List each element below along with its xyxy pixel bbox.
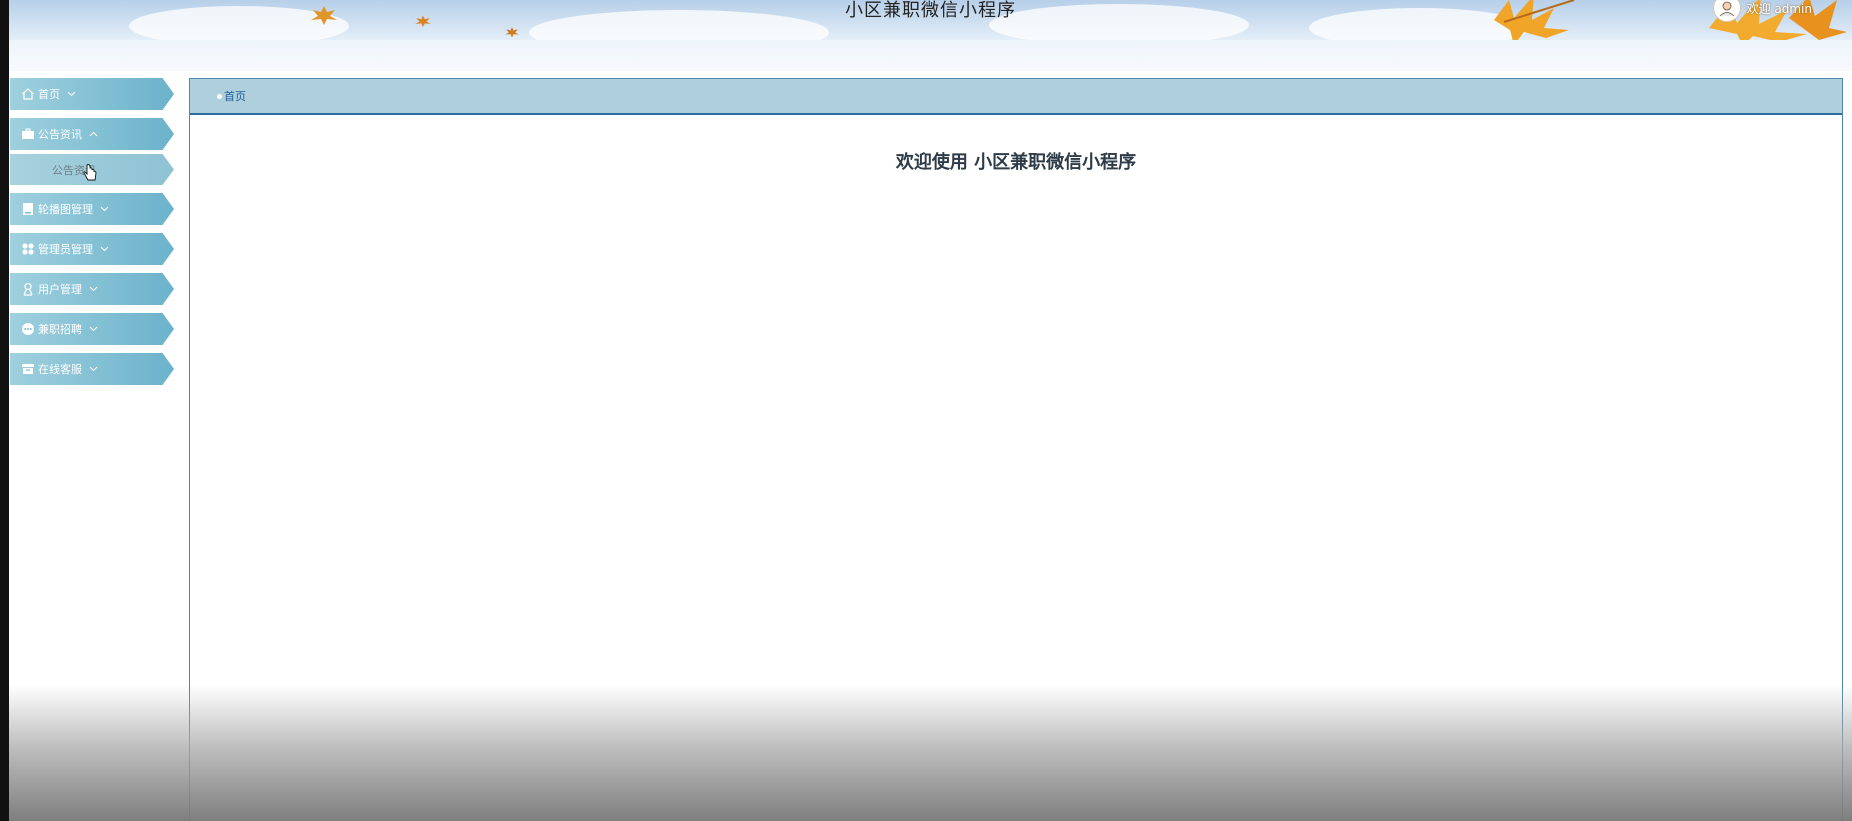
- window-edge: [0, 0, 9, 821]
- briefcase-icon: [21, 127, 35, 141]
- sidebar-item-label: 轮播图管理: [38, 203, 93, 216]
- app-frame: 小区兼职微信小程序 欢迎 admin 首页 公告资讯 公告资讯 轮播图管理 管理…: [0, 0, 1852, 821]
- hand-cursor-icon: [83, 164, 97, 181]
- welcome-user-text: 欢迎 admin: [1746, 1, 1812, 16]
- welcome-title: 欢迎使用 小区兼职微信小程序: [895, 152, 1137, 173]
- user-icon: [21, 282, 35, 296]
- breadcrumb-home-link[interactable]: 首页: [224, 88, 246, 104]
- image-icon: [21, 202, 35, 216]
- main-panel: 首页 欢迎使用 小区兼职微信小程序: [189, 78, 1843, 821]
- avatar[interactable]: [1712, 0, 1741, 22]
- breadcrumb-dot-icon: [217, 93, 222, 99]
- header-subbar: [9, 40, 1852, 71]
- sidebar-item-label: 用户管理: [38, 283, 82, 296]
- chevron-down-icon: [89, 326, 98, 332]
- header-banner: 小区兼职微信小程序 欢迎 admin: [9, 0, 1852, 40]
- chevron-down-icon: [89, 286, 98, 292]
- chat-icon: [21, 322, 35, 336]
- user-box[interactable]: 欢迎 admin: [1712, 0, 1812, 22]
- sidebar-item-label: 在线客服: [38, 363, 82, 376]
- chevron-down-icon: [67, 91, 76, 97]
- sidebar-item-users[interactable]: 用户管理: [10, 273, 174, 305]
- breadcrumb: 首页: [190, 79, 1842, 115]
- home-icon: [21, 87, 35, 101]
- user-avatar-icon: [1719, 1, 1734, 17]
- app-title: 小区兼职微信小程序: [845, 0, 1016, 21]
- chevron-down-icon: [100, 246, 109, 252]
- grid-icon: [21, 242, 35, 256]
- archive-icon: [21, 362, 35, 376]
- sidebar-item-online-service[interactable]: 在线客服: [10, 353, 174, 385]
- chevron-up-icon: [89, 131, 98, 137]
- sidebar-item-label: 管理员管理: [38, 243, 93, 256]
- chevron-down-icon: [89, 366, 98, 372]
- sidebar-item-label: 首页: [38, 88, 60, 101]
- sidebar-item-label: 兼职招聘: [38, 323, 82, 336]
- sidebar: 首页 公告资讯 公告资讯 轮播图管理 管理员管理 用户管理 兼职招聘 在线客服: [10, 78, 174, 393]
- sidebar-item-carousel[interactable]: 轮播图管理: [10, 193, 174, 225]
- maple-leaf-icon: [505, 27, 519, 38]
- sidebar-item-announcements[interactable]: 公告资讯: [10, 118, 174, 150]
- chevron-down-icon: [100, 206, 109, 212]
- sidebar-subitem-announcement-info[interactable]: 公告资讯: [10, 154, 174, 185]
- sidebar-item-home[interactable]: 首页: [10, 78, 174, 110]
- sidebar-item-jobs[interactable]: 兼职招聘: [10, 313, 174, 345]
- sidebar-item-admins[interactable]: 管理员管理: [10, 233, 174, 265]
- sidebar-item-label: 公告资讯: [38, 128, 82, 141]
